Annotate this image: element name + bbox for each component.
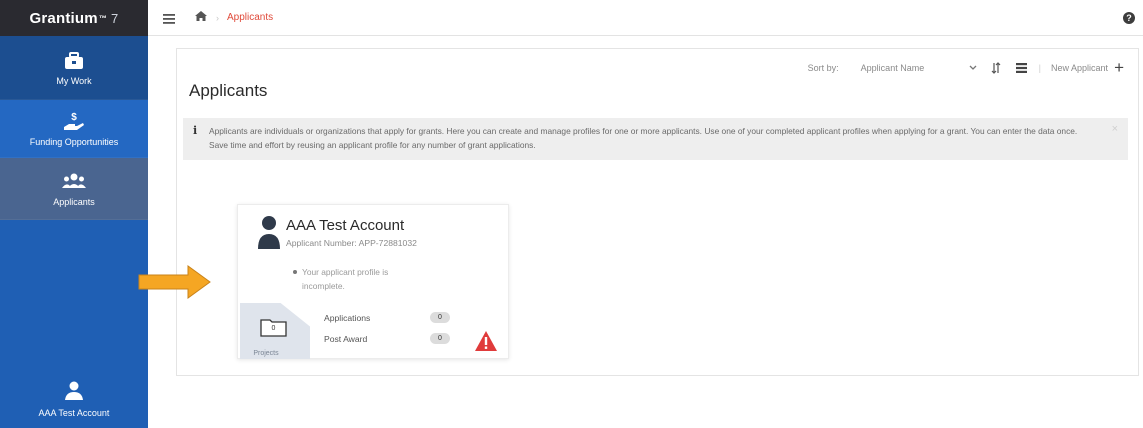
avatar-icon xyxy=(258,215,280,254)
new-applicant-label: New Applicant xyxy=(1051,63,1109,73)
sidebar-item-my-work[interactable]: My Work xyxy=(0,36,148,100)
bullet-icon xyxy=(293,270,297,274)
close-icon[interactable]: × xyxy=(1112,122,1118,136)
brand-trademark: ™ xyxy=(98,13,108,23)
breadcrumb-separator: › xyxy=(216,12,219,23)
briefcase-icon xyxy=(62,50,86,72)
sidebar-item-label: Applicants xyxy=(53,196,95,207)
breadcrumb-current[interactable]: Applicants xyxy=(227,12,273,23)
sidebar-item-applicants[interactable]: Applicants xyxy=(0,158,148,220)
brand-version: 7 xyxy=(111,10,119,26)
profile-status-note: Your applicant profile is incomplete. xyxy=(293,265,432,293)
sidebar-account[interactable]: AAA Test Account xyxy=(0,381,148,418)
sort-value: Applicant Name xyxy=(860,63,925,73)
new-applicant-button[interactable]: New Applicant + xyxy=(1051,58,1124,77)
annotation-arrow-icon xyxy=(138,264,212,300)
sort-order-icon[interactable] xyxy=(989,61,1003,75)
top-bar: › Applicants ? xyxy=(148,0,1143,36)
svg-text:$: $ xyxy=(71,112,77,123)
sort-label: Sort by: xyxy=(807,63,839,73)
applicant-card[interactable]: AAA Test Account Applicant Number: APP-7… xyxy=(237,204,509,359)
applicant-name[interactable]: AAA Test Account xyxy=(286,217,404,234)
post-award-row: Post Award 0 xyxy=(324,333,464,344)
chevron-down-icon xyxy=(969,63,977,73)
users-group-icon xyxy=(62,171,86,193)
user-icon xyxy=(65,381,83,403)
post-award-count-badge[interactable]: 0 xyxy=(430,333,450,344)
hand-dollar-icon: $ xyxy=(62,111,86,133)
brand-name: Grantium xyxy=(29,9,98,27)
account-name: AAA Test Account xyxy=(38,408,110,418)
app-root: Grantium ™ 7 My Work $ Funding Opportuniti… xyxy=(0,0,1143,428)
sort-select[interactable]: Applicant Name xyxy=(861,63,977,73)
sidebar-item-label: Funding Opportunities xyxy=(29,136,119,147)
brand-logo[interactable]: Grantium ™ 7 xyxy=(0,0,148,36)
page-title: Applicants xyxy=(189,81,268,100)
applications-label: Applications xyxy=(324,312,371,323)
toolbar: Sort by: Applicant Name | New Applicant … xyxy=(807,58,1124,77)
post-award-label: Post Award xyxy=(324,333,368,344)
toolbar-divider: | xyxy=(1038,63,1042,73)
sidebar-item-funding-opportunities[interactable]: $ Funding Opportunities xyxy=(0,100,148,158)
applicant-number: Applicant Number: APP-72881032 xyxy=(286,238,417,248)
warning-icon[interactable] xyxy=(474,330,498,352)
plus-icon: + xyxy=(1114,58,1124,77)
applications-row: Applications 0 xyxy=(324,312,464,323)
list-view-icon[interactable] xyxy=(1015,61,1029,75)
projects-label: Projects xyxy=(253,350,279,357)
projects-folder[interactable]: 0 Projects xyxy=(240,303,310,359)
sidebar: Grantium ™ 7 My Work $ Funding Opportuniti… xyxy=(0,0,148,428)
home-icon[interactable] xyxy=(194,9,208,27)
info-icon: i xyxy=(193,124,198,137)
info-banner: i Applicants are individuals or organiza… xyxy=(183,118,1128,160)
sidebar-item-label: My Work xyxy=(56,75,92,86)
info-text: Applicants are individuals or organizati… xyxy=(209,126,1078,150)
profile-status-text: Your applicant profile is incomplete. xyxy=(302,267,389,291)
applications-count-badge[interactable]: 0 xyxy=(430,312,450,323)
projects-count: 0 xyxy=(271,325,276,332)
hamburger-menu-icon[interactable] xyxy=(162,12,176,24)
help-icon[interactable]: ? xyxy=(1123,12,1135,24)
